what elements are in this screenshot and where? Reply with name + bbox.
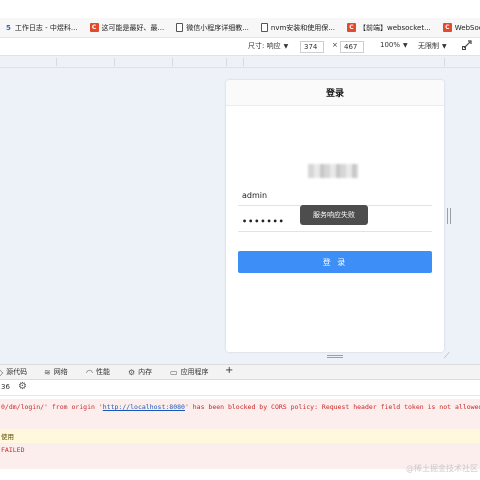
tab-label: 应用程序	[180, 368, 209, 376]
console-error-cors: 0/dm/login/' from origin ' http://localho…	[0, 399, 480, 415]
warning-text: 使用	[1, 433, 14, 441]
document-icon	[260, 23, 268, 32]
bookmark-label: 这可能是最好、最...	[101, 23, 165, 32]
gauge-icon: ◠	[86, 367, 93, 377]
dimensions-select[interactable]: 尺寸: 响应 ▼	[248, 41, 288, 51]
ruler-tick	[172, 58, 173, 66]
bookmark-item[interactable]: nvm安装和使用保...	[255, 23, 341, 33]
console-error-failed: FAILED	[0, 443, 480, 457]
zoom-select[interactable]: 100% ▼	[380, 41, 408, 49]
bookmark-item[interactable]: 微信小程序详细教...	[170, 23, 255, 33]
console-warning: 使用	[0, 429, 480, 443]
tab-sources[interactable]: ◇ 源代码	[0, 367, 27, 377]
console-error-continuation	[0, 415, 480, 429]
width-field-wrap: 374	[300, 41, 324, 53]
devtools-tabbar: ◇ 源代码 ≋ 网络 ◠ 性能 ⚙ 内存 ▭ 应用程序 +	[0, 364, 480, 380]
error-prefix: 0/dm/login/' from origin '	[1, 403, 103, 411]
settings-gear-icon[interactable]: ⚙	[18, 381, 27, 392]
blurred-logo	[308, 164, 358, 178]
sources-icon: ◇	[0, 367, 4, 377]
ruler-tick	[56, 58, 57, 66]
device-toolbar: 尺寸: 响应 ▼ 374 × 467 100% ▼ 无限制 ▼	[0, 38, 480, 56]
resize-handle-bottom[interactable]	[327, 355, 343, 358]
application-icon: ▭	[170, 367, 178, 377]
ruler-tick	[243, 58, 244, 66]
page-title: 登录	[226, 80, 444, 106]
tab-label: 性能	[95, 368, 110, 376]
gear-icon: ⚙	[128, 367, 136, 377]
wifi-icon: ≋	[44, 367, 51, 377]
width-input[interactable]: 374	[300, 41, 324, 53]
times-sign: ×	[332, 41, 338, 49]
login-button[interactable]: 登 录	[238, 251, 432, 273]
resize-corner-icon[interactable]: ⟋	[444, 352, 452, 360]
failed-text: FAILED	[1, 446, 25, 454]
times-label: ×	[332, 41, 338, 49]
console-toolbar: 36 ⚙	[0, 380, 480, 396]
csdn-icon: C	[442, 23, 452, 32]
throttle-select[interactable]: 无限制 ▼	[418, 41, 447, 51]
bookmark-label: 微信小程序详细教...	[186, 23, 249, 32]
rotate-button[interactable]	[461, 39, 473, 51]
caret-down-icon: ▼	[442, 42, 447, 50]
tab-application[interactable]: ▭ 应用程序	[170, 367, 209, 377]
mobile-page: 登录 admin ••••••• 服务响应失败 登 录	[226, 80, 444, 352]
ruler-tick	[226, 58, 227, 66]
bookmark-label: 【前端】websocket...	[358, 23, 431, 32]
bookmark-item[interactable]: 5 工作日志 - 中煜科...	[0, 23, 84, 33]
bookmark-label: nvm安装和使用保...	[270, 23, 335, 32]
resize-handle-right[interactable]	[447, 208, 451, 224]
plus-icon: +	[225, 365, 234, 376]
bookmark-label: 工作日志 - 中煜科...	[14, 23, 78, 32]
rotate-icon	[462, 40, 472, 50]
tab-label: 网络	[53, 368, 68, 376]
tab-memory[interactable]: ⚙ 内存	[128, 367, 152, 377]
error-toast: 服务响应失败	[300, 205, 368, 225]
height-input[interactable]: 467	[340, 41, 364, 53]
add-tab-button[interactable]: +	[225, 365, 233, 376]
username-input[interactable]: admin	[238, 186, 432, 206]
tab-label: 内存	[138, 368, 153, 376]
tab-network[interactable]: ≋ 网络	[44, 367, 68, 377]
ruler-tick	[114, 58, 115, 66]
document-icon	[176, 23, 184, 32]
error-suffix: ' has been blocked by CORS policy: Reque…	[184, 403, 480, 411]
bookmark-favicon: 5	[6, 23, 11, 32]
bookmark-item[interactable]: C 这可能是最好、最...	[84, 23, 171, 33]
tab-performance[interactable]: ◠ 性能	[86, 367, 110, 377]
watermark: @稀土掘金技术社区	[406, 464, 478, 473]
zoom-label: 100%	[380, 41, 401, 49]
caret-down-icon: ▼	[403, 41, 408, 49]
throttle-label: 无限制	[418, 42, 439, 50]
bookmark-item[interactable]: C WebSocket的使	[437, 23, 480, 33]
csdn-icon: C	[346, 23, 356, 32]
caret-down-icon: ▼	[283, 42, 289, 50]
tab-label: 源代码	[6, 368, 28, 376]
bookmark-item[interactable]: C 【前端】websocket...	[341, 23, 437, 33]
origin-link[interactable]: http://localhost:8080	[103, 403, 185, 411]
bookmarks-bar: 5 工作日志 - 中煜科... C 这可能是最好、最... 微信小程序详细教..…	[0, 18, 480, 38]
ruler	[0, 56, 480, 68]
message-count: 36	[1, 383, 10, 391]
bookmark-label: WebSocket的使	[454, 23, 480, 32]
ruler-tick	[444, 58, 445, 66]
dimensions-label: 尺寸: 响应	[248, 42, 281, 50]
csdn-icon: C	[89, 23, 99, 32]
height-field-wrap: 467	[340, 41, 364, 53]
